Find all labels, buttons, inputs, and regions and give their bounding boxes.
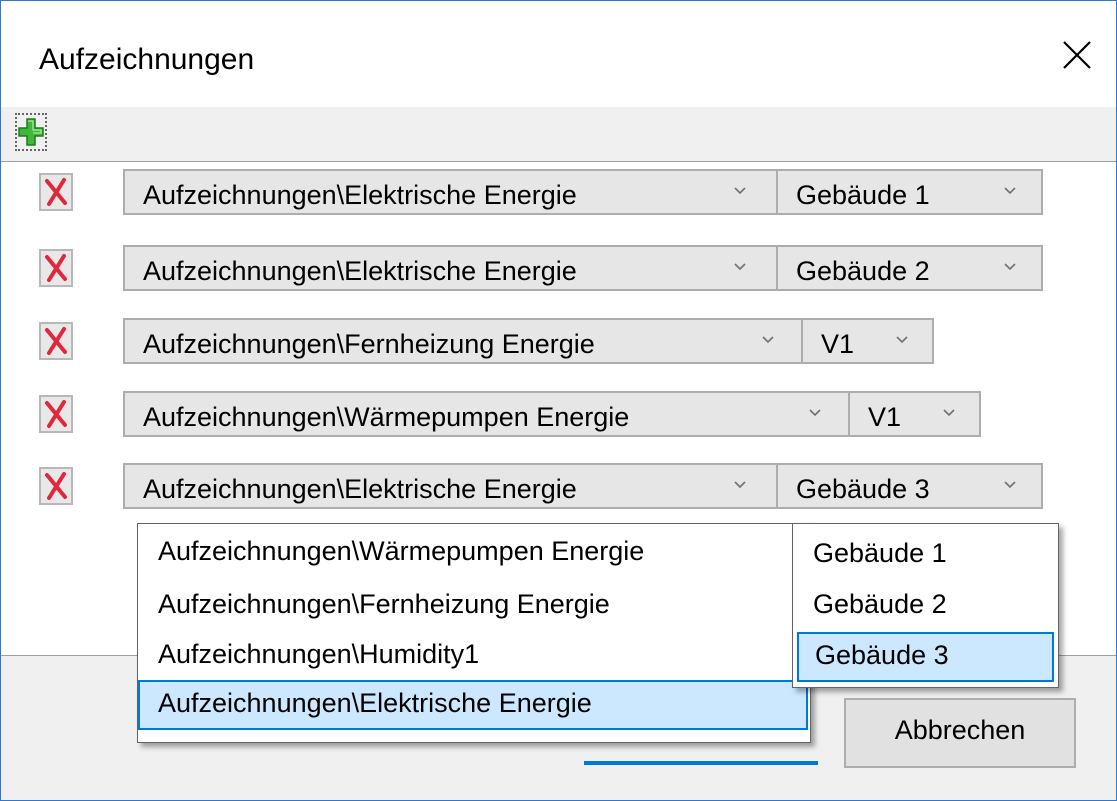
- remove-icon[interactable]: [39, 467, 73, 505]
- chevron-down-icon: [734, 187, 746, 195]
- recording-value: Aufzeichnungen\Wärmepumpen Energie: [143, 402, 630, 432]
- target-combobox[interactable]: V1: [848, 391, 981, 437]
- target-combobox[interactable]: V1: [801, 318, 934, 364]
- remove-icon[interactable]: [39, 322, 73, 360]
- target-dropdown-list: Gebäude 1 Gebäude 2 Gebäude 3: [792, 523, 1059, 688]
- target-value: Gebäude 3: [796, 474, 930, 504]
- chevron-down-icon: [1004, 187, 1016, 195]
- recording-value: Aufzeichnungen\Elektrische Energie: [143, 256, 577, 286]
- option-label: Gebäude 2: [813, 589, 947, 619]
- recordings-dialog: Aufzeichnungen Aufzeichnungen\Elektrisch…: [0, 0, 1117, 801]
- target-option[interactable]: Gebäude 2: [793, 581, 1058, 631]
- target-option[interactable]: Gebäude 1: [793, 530, 1058, 580]
- recording-row: Aufzeichnungen\Wärmepumpen Energie V1: [1, 391, 1116, 437]
- recording-combobox[interactable]: Aufzeichnungen\Fernheizung Energie: [123, 318, 803, 364]
- recording-row: Aufzeichnungen\Elektrische Energie Gebäu…: [1, 463, 1116, 509]
- option-label: Aufzeichnungen\Humidity1: [158, 639, 480, 669]
- option-label: Gebäude 3: [815, 640, 949, 670]
- remove-icon[interactable]: [39, 173, 73, 211]
- toolbar: [1, 107, 1116, 161]
- recording-dropdown-list: Aufzeichnungen\Wärmepumpen Energie Aufze…: [137, 523, 811, 743]
- recording-row: Aufzeichnungen\Elektrische Energie Gebäu…: [1, 245, 1116, 291]
- title-bar: Aufzeichnungen: [1, 1, 1116, 107]
- add-icon[interactable]: [15, 113, 47, 151]
- chevron-down-icon: [943, 409, 955, 417]
- recording-option[interactable]: Aufzeichnungen\Humidity1: [138, 631, 810, 681]
- option-label: Aufzeichnungen\Fernheizung Energie: [158, 589, 610, 619]
- target-combobox[interactable]: Gebäude 2: [776, 245, 1043, 291]
- remove-icon[interactable]: [39, 395, 73, 433]
- close-icon[interactable]: [1051, 31, 1101, 81]
- target-value: Gebäude 1: [796, 180, 930, 210]
- target-combobox[interactable]: Gebäude 1: [776, 169, 1043, 215]
- target-value: V1: [821, 329, 855, 359]
- recording-option[interactable]: Aufzeichnungen\Wärmepumpen Energie: [138, 528, 810, 578]
- ok-button-focus[interactable]: [584, 761, 818, 765]
- recording-option[interactable]: Aufzeichnungen\Fernheizung Energie: [138, 581, 810, 631]
- chevron-down-icon: [734, 481, 746, 489]
- target-value: Gebäude 2: [796, 256, 930, 286]
- recording-row: Aufzeichnungen\Elektrische Energie Gebäu…: [1, 169, 1116, 215]
- remove-icon[interactable]: [39, 249, 73, 287]
- target-value: V1: [868, 402, 902, 432]
- cancel-button-label: Abbrechen: [894, 715, 1026, 745]
- chevron-down-icon: [734, 263, 746, 271]
- chevron-down-icon: [1004, 481, 1016, 489]
- chevron-down-icon: [896, 336, 908, 344]
- recording-value: Aufzeichnungen\Elektrische Energie: [143, 474, 577, 504]
- recording-combobox[interactable]: Aufzeichnungen\Elektrische Energie: [123, 169, 778, 215]
- target-option-selected[interactable]: Gebäude 3: [797, 632, 1054, 682]
- recording-combobox[interactable]: Aufzeichnungen\Wärmepumpen Energie: [123, 391, 850, 437]
- recording-value: Aufzeichnungen\Fernheizung Energie: [143, 329, 595, 359]
- target-combobox[interactable]: Gebäude 3: [776, 463, 1043, 509]
- recording-combobox[interactable]: Aufzeichnungen\Elektrische Energie: [123, 463, 778, 509]
- chevron-down-icon: [762, 336, 774, 344]
- cancel-button[interactable]: Abbrechen: [844, 698, 1076, 768]
- recording-row: Aufzeichnungen\Fernheizung Energie V1: [1, 318, 1116, 364]
- chevron-down-icon: [809, 409, 821, 417]
- option-label: Aufzeichnungen\Wärmepumpen Energie: [158, 536, 645, 566]
- option-label: Gebäude 1: [813, 538, 947, 568]
- recording-value: Aufzeichnungen\Elektrische Energie: [143, 180, 577, 210]
- chevron-down-icon: [1004, 263, 1016, 271]
- recording-option-selected[interactable]: Aufzeichnungen\Elektrische Energie: [138, 680, 808, 730]
- recording-combobox[interactable]: Aufzeichnungen\Elektrische Energie: [123, 245, 778, 291]
- window-title: Aufzeichnungen: [39, 43, 255, 76]
- option-label: Aufzeichnungen\Elektrische Energie: [158, 688, 592, 718]
